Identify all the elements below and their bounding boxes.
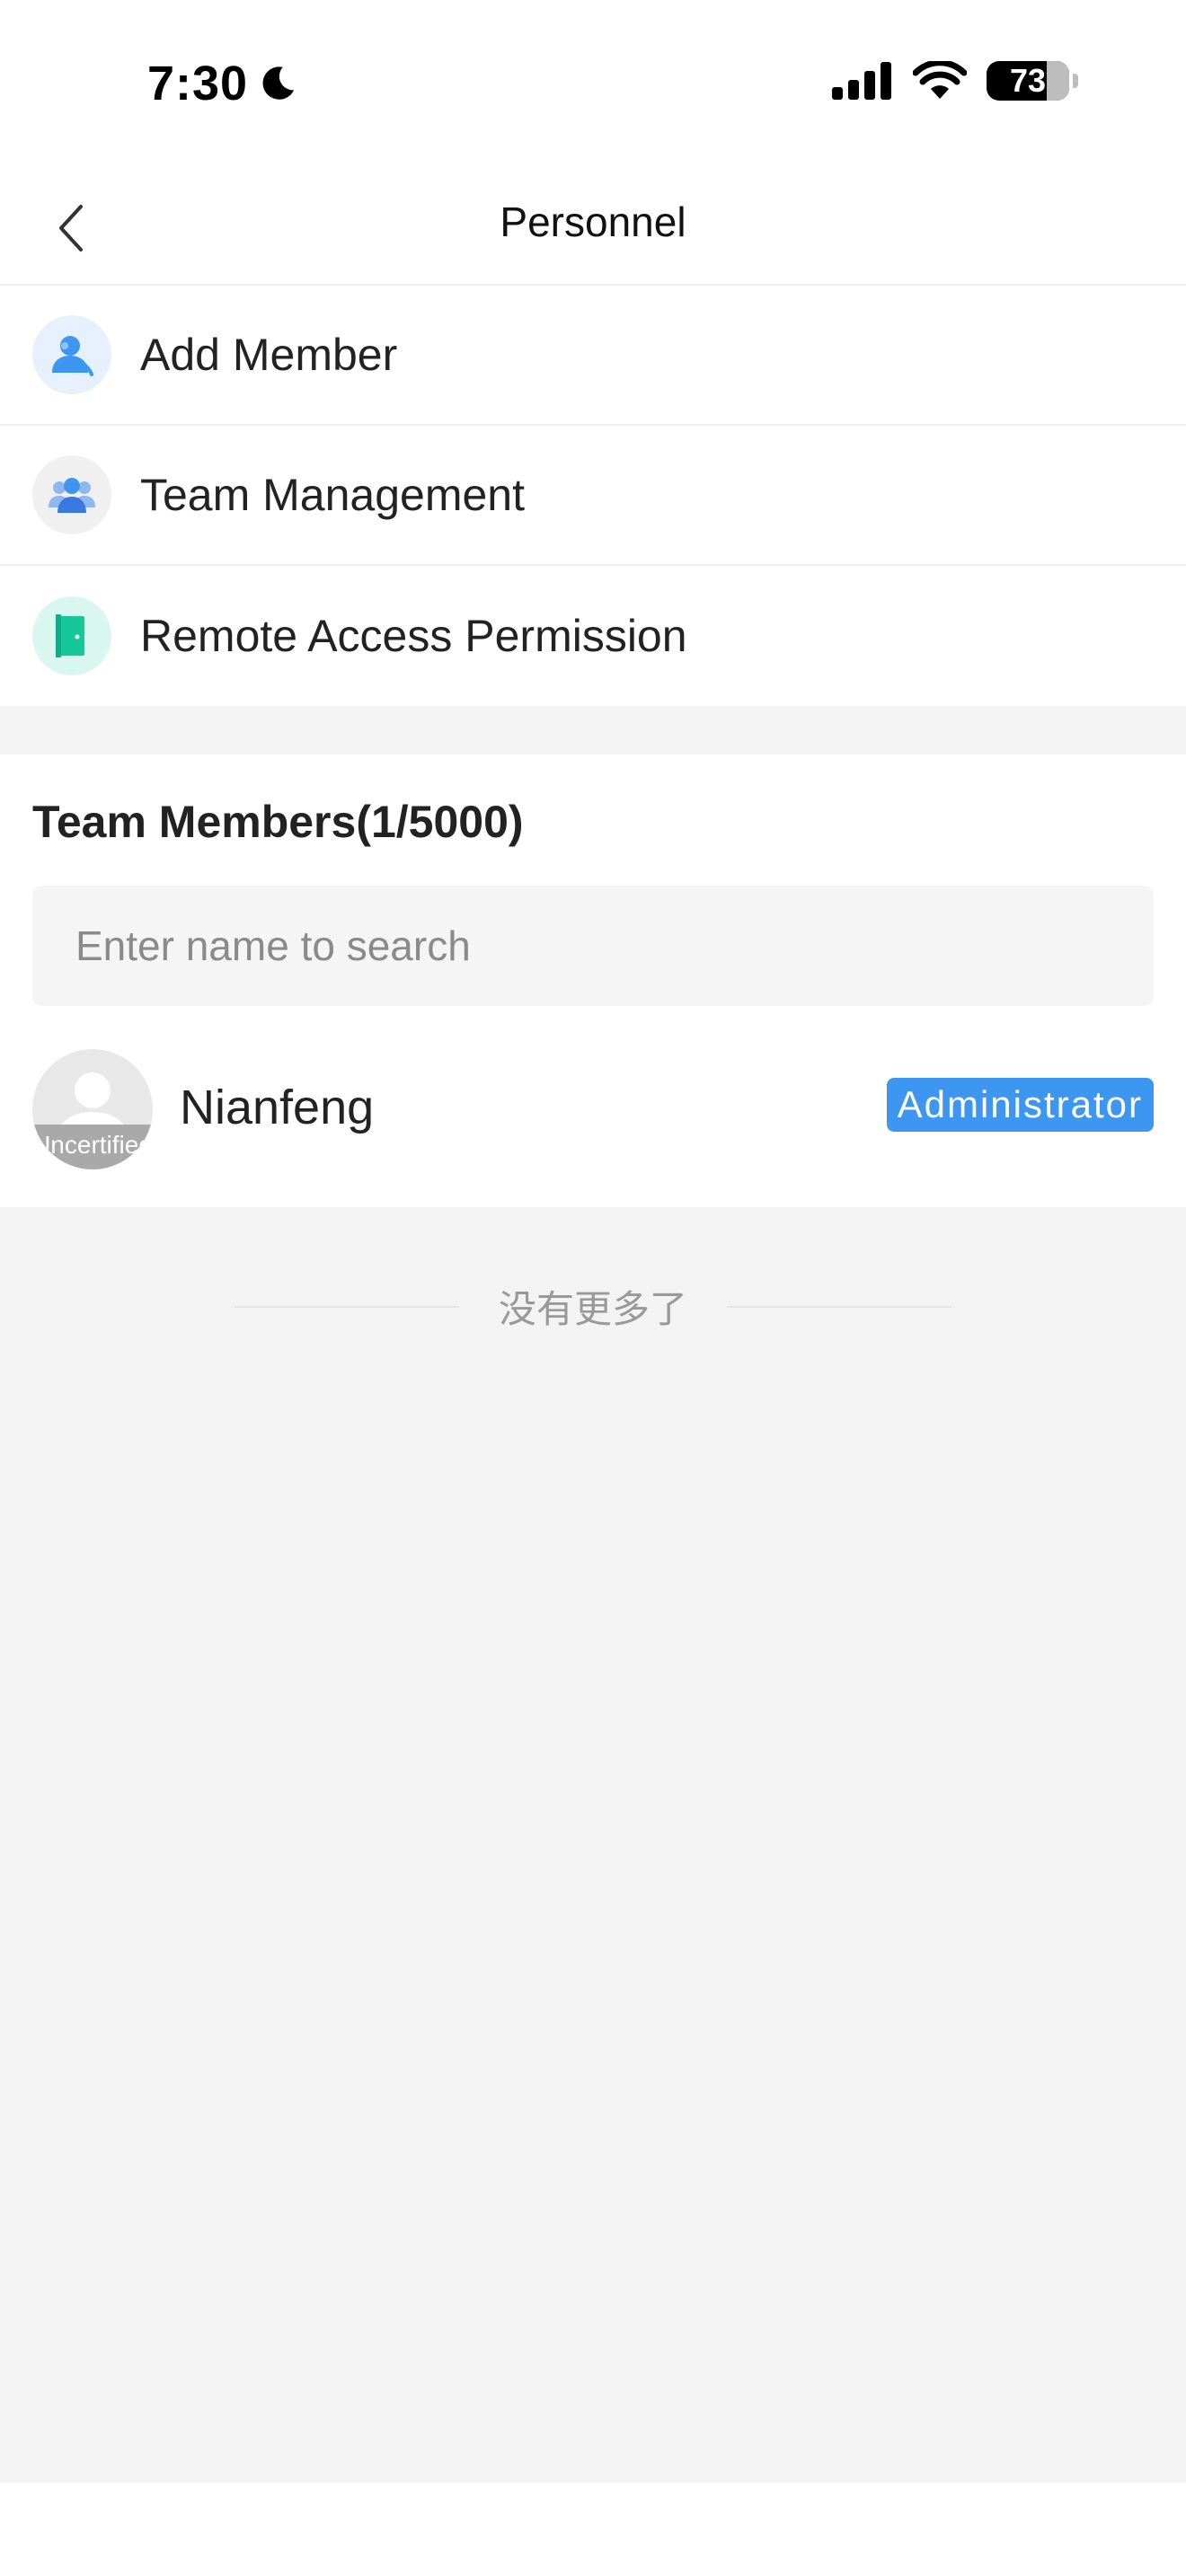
battery-percent: 73: [1009, 62, 1047, 99]
remote-access-item[interactable]: Remote Access Permission: [0, 566, 1186, 706]
divider-line-left: [234, 1305, 459, 1308]
signal-icon: [832, 62, 891, 100]
team-members-section: Team Members(1/5000) Uncertified Nianfen…: [0, 754, 1186, 1207]
status-bar: 7:30 73: [0, 0, 1186, 171]
status-time: 7:30: [147, 56, 298, 111]
divider-line-right: [727, 1305, 951, 1308]
team-management-label: Team Management: [140, 470, 526, 520]
search-input[interactable]: [32, 886, 1154, 1006]
team-members-title: Team Members(1/5000): [32, 797, 524, 847]
status-indicators: 73: [832, 61, 1078, 101]
add-member-label: Add Member: [140, 330, 398, 380]
action-menu: Add Member Team Management Remote Access…: [0, 286, 1186, 706]
team-management-item[interactable]: Team Management: [0, 426, 1186, 566]
member-row[interactable]: Uncertified Nianfeng Administrator: [0, 1044, 1186, 1180]
page-title: Personnel: [500, 198, 686, 245]
avatar: Uncertified: [32, 1049, 153, 1169]
list-end-area: 没有更多了: [0, 1207, 1186, 2483]
add-user-icon: [32, 315, 111, 394]
home-indicator-area: [0, 2483, 1186, 2576]
add-member-item[interactable]: Add Member: [0, 286, 1186, 426]
section-divider: [0, 706, 1186, 754]
battery-cap: [1073, 74, 1078, 88]
door-icon: [32, 596, 111, 675]
certification-tag: Uncertified: [32, 1125, 153, 1169]
status-time-text: 7:30: [147, 57, 249, 110]
no-more-indicator: 没有更多了: [0, 1279, 1186, 1334]
remote-access-label: Remote Access Permission: [140, 611, 687, 661]
no-more-text: 没有更多了: [498, 1287, 687, 1331]
nav-bar: Personnel: [0, 171, 1186, 286]
moon-icon: [262, 66, 295, 100]
wifi-icon: [913, 61, 967, 99]
team-icon: [32, 455, 111, 534]
battery-indicator: 73: [987, 61, 1069, 101]
member-name: Nianfeng: [180, 1081, 375, 1134]
role-badge: Administrator: [886, 1078, 1154, 1132]
